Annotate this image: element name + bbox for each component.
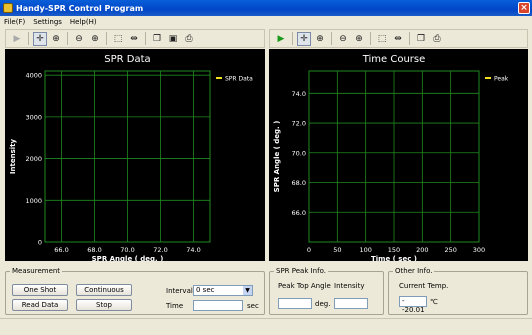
deg-unit: deg. [315,300,331,308]
toolbar-separator [145,32,146,45]
x-tick-label: 200 [416,246,428,254]
continuous-button[interactable]: Continuous [76,284,132,296]
chart-title: Time Course [362,54,426,65]
toolbar-separator [106,32,107,45]
copy-icon[interactable]: ❐ [414,32,428,46]
menu-settings[interactable]: Settings [29,18,66,26]
measurement-legend: Measurement [10,267,63,275]
peak-top-angle-label: Peak Top Angle [278,282,331,290]
time-unit: sec [247,302,259,310]
toolbar-separator [28,32,29,45]
zoom-area-icon[interactable]: ⊕ [49,32,63,46]
y-tick-label: 68.0 [292,179,306,187]
x-tick-label: 70.0 [120,246,134,254]
intensity-label: Intensity [334,282,365,290]
y-tick-label: 0 [38,239,42,247]
x-tick-label: 250 [444,246,456,254]
y-tick-label: 72.0 [292,120,306,128]
print-icon[interactable]: ⎙ [182,32,196,46]
one-shot-button[interactable]: One Shot [12,284,68,296]
x-tick-label: 50 [333,246,341,254]
measurement-group: Measurement One Shot Continuous Read Dat… [5,267,265,315]
current-temp-label: Current Temp. [399,282,449,290]
status-bar [0,318,532,335]
menu-bar: File(F) Settings Help(H) [0,16,532,27]
x-tick-label: 300 [473,246,485,254]
legend-label: Peak [494,76,509,83]
x-tick-label: 150 [388,246,400,254]
interval-value: 0 sec [196,286,215,294]
select-area-icon[interactable]: ⬚ [111,32,125,46]
y-tick-label: 1000 [25,197,42,205]
zoom-area-icon[interactable]: ⊕ [313,32,327,46]
left-toolbar: ▶ ✛ ⊕ ⊖ ⊕ ⬚ ⇹ ❐ ▣ ⎙ [5,29,265,48]
stop-button[interactable]: Stop [76,299,132,311]
right-toolbar: ▶ ✛ ⊕ ⊖ ⊕ ⬚ ⇹ ❐ ⎙ [269,29,528,48]
legend-label: SPR Data [225,76,253,83]
app-icon [3,3,13,13]
y-tick-label: 74.0 [292,90,306,98]
zoom-in-icon[interactable]: ⊕ [352,32,366,46]
spr-data-chart-pane: SPR Data 66.0 68.0 70.0 72.0 74.0 0 1000 2000 300… [5,49,265,261]
print-icon[interactable]: ⎙ [430,32,444,46]
time-input[interactable] [193,300,243,311]
cursor-icon[interactable]: ⇹ [391,32,405,46]
x-axis-label: Time ( sec ) [371,255,417,261]
cursor-icon[interactable]: ⇹ [127,32,141,46]
menu-help[interactable]: Help(H) [66,18,101,26]
x-tick-label: 68.0 [87,246,101,254]
x-tick-label: 66.0 [54,246,68,254]
current-temp-field: --20.01 [399,296,427,314]
toolbar-separator [409,32,410,45]
window-title: Handy-SPR Control Program [16,3,144,13]
chart-title: SPR Data [104,54,150,65]
spr-peak-info-legend: SPR Peak Info. [274,267,328,275]
y-tick-label: 3000 [25,113,42,121]
zoom-in-icon[interactable]: ⊕ [88,32,102,46]
temp-unit: ℃ [430,298,438,306]
read-data-button[interactable]: Read Data [12,299,68,311]
y-tick-label: 2000 [25,155,42,163]
interval-label: Interval [166,287,193,295]
pan-icon[interactable]: ✛ [297,31,311,46]
spr-peak-info-group: SPR Peak Info. Peak Top Angle Intensity … [269,267,384,315]
copy-icon[interactable]: ❐ [150,32,164,46]
toolbar-separator [370,32,371,45]
y-tick-label: 70.0 [292,149,306,157]
other-info-group: Other Info. Current Temp. --20.01 ℃ [388,267,528,315]
spr-data-chart[interactable]: SPR Data 66.0 68.0 70.0 72.0 74.0 0 1000 2000 300… [5,49,265,261]
interval-select[interactable]: 0 sec ▼ [193,285,253,296]
toolbar-separator [331,32,332,45]
pan-icon[interactable]: ✛ [33,31,47,46]
time-course-chart-pane: Time Course 0 50 100 150 200 250 300 66.0 68.0 70.… [269,49,528,261]
zoom-out-icon[interactable]: ⊖ [72,32,86,46]
y-tick-label: 4000 [25,72,42,80]
title-bar: Handy-SPR Control Program × [0,0,532,16]
intensity-field [334,298,368,309]
select-area-icon[interactable]: ⬚ [375,32,389,46]
zoom-out-icon[interactable]: ⊖ [336,32,350,46]
time-label: Time [166,302,184,310]
y-tick-label: 66.0 [292,209,306,217]
toolbar-separator [292,32,293,45]
play-icon[interactable]: ▶ [10,32,24,46]
x-tick-label: 0 [307,246,311,254]
time-course-chart[interactable]: Time Course 0 50 100 150 200 250 300 66.0 68.0 70.… [269,49,528,261]
close-button[interactable]: × [518,2,530,14]
y-axis-label: Intensity [9,138,17,174]
menu-file[interactable]: File(F) [0,18,29,26]
chevron-down-icon[interactable]: ▼ [243,286,252,295]
save-icon[interactable]: ▣ [166,32,180,46]
x-tick-label: 72.0 [153,246,167,254]
y-axis-label: SPR Angle ( deg. ) [273,121,281,193]
peak-top-angle-field [278,298,312,309]
other-info-legend: Other Info. [393,267,435,275]
play-icon[interactable]: ▶ [274,32,288,46]
x-tick-label: 74.0 [186,246,200,254]
x-tick-label: 100 [359,246,371,254]
x-axis-label: SPR Angle ( deg. ) [92,255,164,261]
toolbar-separator [67,32,68,45]
